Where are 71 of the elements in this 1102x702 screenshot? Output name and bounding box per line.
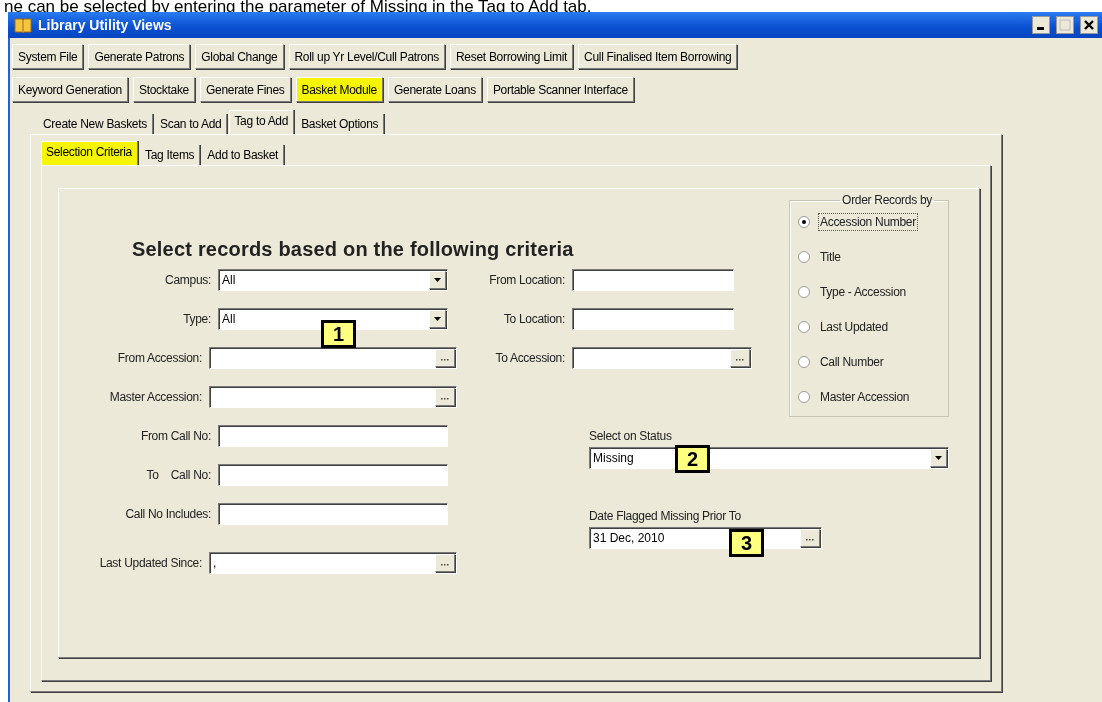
radio-option[interactable]: Master Accession (798, 388, 942, 406)
field-label: Last Updated Since: (98, 555, 202, 570)
dropdown-arrow-icon (434, 277, 441, 282)
ellipsis-button[interactable] (435, 348, 455, 367)
input-field[interactable]: , (209, 551, 457, 574)
group-title: Order Records by (841, 193, 933, 207)
toolbar-button[interactable]: Generate Fines (200, 77, 291, 102)
radio-option[interactable]: Type - Accession (798, 283, 942, 301)
callout-number: 3 (729, 529, 765, 557)
radio-button[interactable] (798, 286, 810, 298)
toolbar-button[interactable]: Global Change (195, 44, 284, 69)
field-label: Select on Status (589, 429, 673, 443)
field-label: From Location: (488, 272, 565, 287)
radio-option[interactable]: Title (798, 248, 942, 266)
toolbar-button[interactable]: Generate Patrons (88, 44, 191, 69)
input-field[interactable] (572, 346, 752, 369)
tab[interactable]: Selection Criteria (41, 141, 138, 165)
radio-button[interactable] (798, 321, 810, 333)
radio-button[interactable] (798, 216, 810, 228)
toolbar-button[interactable]: Reset Borrowing Limit (450, 44, 574, 69)
toolbar-button[interactable]: Stocktake (133, 77, 195, 102)
tab[interactable]: Tag to Add (229, 110, 295, 134)
radio-option[interactable]: Call Number (798, 353, 942, 371)
dropdown-arrow-icon (935, 456, 942, 460)
ellipsis-button[interactable] (435, 387, 455, 406)
ellipsis-button[interactable] (730, 348, 750, 367)
toolbar-button[interactable]: Keyword Generation (12, 77, 128, 102)
field-label: Campus: (164, 272, 211, 287)
ellipsis-icon (441, 397, 449, 400)
window-title: Library Utility Views (38, 17, 173, 33)
field-label: Master Accession: (108, 389, 202, 404)
form-heading: Select records based on the following criteria (131, 237, 575, 262)
dropdown-button[interactable] (429, 270, 446, 289)
toolbar-button[interactable]: Portable Scanner Interface (486, 77, 634, 102)
field-label: Date Flagged Missing Prior To (589, 509, 742, 523)
close-icon[interactable] (1080, 16, 1098, 34)
field-label: To Accession: (494, 350, 565, 365)
field-label: To Location: (502, 311, 565, 326)
radio-button[interactable] (798, 391, 810, 403)
input-field[interactable] (572, 307, 734, 330)
dropdown-field[interactable]: All (218, 268, 448, 291)
dropdown-arrow-icon (434, 316, 441, 321)
radio-button[interactable] (798, 251, 810, 263)
input-field[interactable] (209, 385, 457, 408)
minimize-icon[interactable] (1032, 16, 1050, 34)
radio-button[interactable] (798, 356, 810, 368)
input-field[interactable] (218, 424, 448, 447)
field-label: Call No Includes: (124, 506, 211, 521)
toolbar-button[interactable]: System File (12, 44, 84, 69)
dropdown-button[interactable] (429, 309, 446, 328)
field-label: From Accession: (116, 350, 202, 365)
toolbar-button[interactable]: Cull Finalised Item Borrowing (578, 44, 738, 69)
toolbar-button[interactable]: Basket Module (295, 77, 383, 102)
input-field[interactable] (218, 463, 448, 486)
dropdown-button[interactable] (930, 449, 947, 467)
callout-number: 1 (321, 319, 357, 348)
radio-option[interactable]: Last Updated (798, 318, 942, 336)
callout-number: 2 (675, 445, 711, 473)
toolbar-button[interactable]: Generate Loans (388, 77, 482, 102)
input-field[interactable] (572, 268, 734, 291)
field-label: To Call No: (145, 467, 211, 482)
field-label: From Call No: (139, 428, 211, 443)
ellipsis-icon (441, 563, 449, 566)
input-field[interactable] (218, 502, 448, 525)
ellipsis-button[interactable] (435, 553, 455, 572)
ellipsis-icon (736, 358, 744, 361)
field-label: Type: (182, 311, 211, 326)
ellipsis-icon (441, 358, 449, 361)
input-field[interactable] (209, 346, 457, 369)
toolbar-button[interactable]: Roll up Yr Level/Cull Patrons (288, 44, 445, 69)
book-icon (14, 17, 32, 33)
